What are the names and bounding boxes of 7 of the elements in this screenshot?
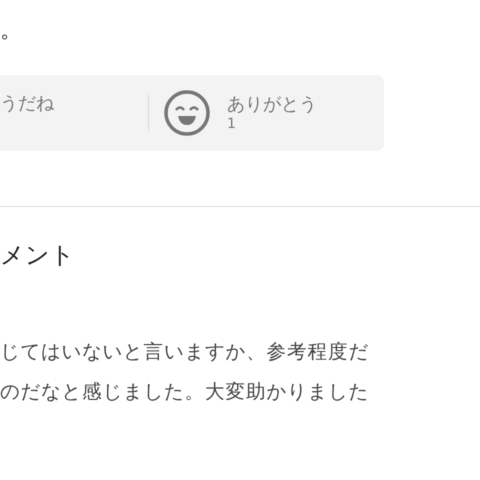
smiley-icon bbox=[163, 89, 211, 137]
comments-heading: メント bbox=[0, 240, 75, 271]
answer-text: 。 bbox=[0, 17, 22, 45]
reaction-button[interactable]: うだね bbox=[0, 93, 148, 115]
reaction-button[interactable]: ありがとう 1 bbox=[149, 89, 317, 137]
comment-text: じてはいないと言いますか、参考程度だ のだなと感じました。大変助かりました bbox=[0, 339, 369, 405]
reaction-count: 1 bbox=[227, 116, 237, 132]
